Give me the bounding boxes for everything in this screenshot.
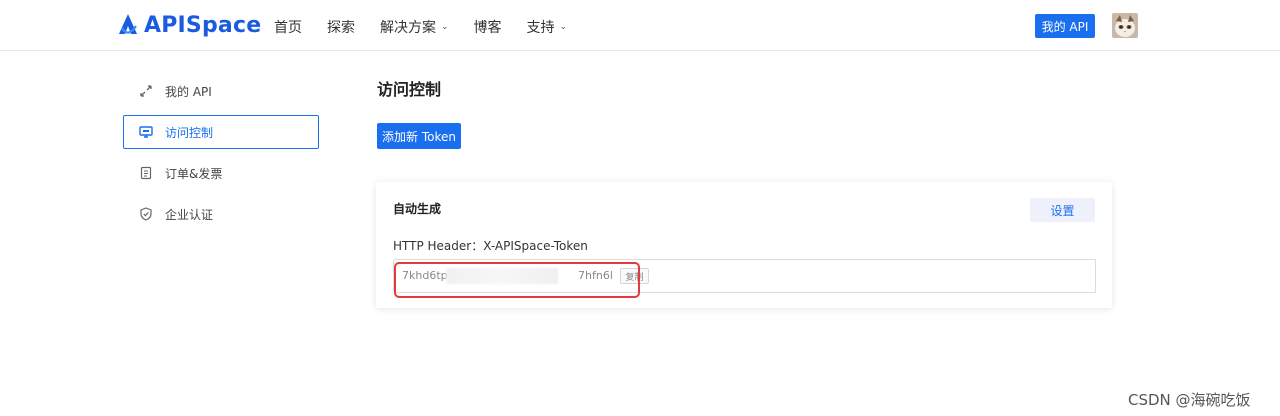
sidebar-item-label: 我的 API	[165, 84, 212, 99]
nav-label: 支持	[526, 20, 555, 36]
nav-label: 博客	[473, 20, 502, 36]
avatar[interactable]	[1112, 13, 1138, 38]
logo-text: APISpace	[144, 12, 262, 38]
logo[interactable]: APISpace	[116, 12, 261, 38]
top-header: APISpace 首页 探索 解决方案 ⌄ 博客 支持 ⌄ 我的 API	[0, 0, 1280, 51]
nav-label: 探索	[327, 20, 355, 36]
arrows-icon	[139, 84, 153, 98]
sidebar-item-label: 访问控制	[165, 125, 214, 140]
nav-home[interactable]: 首页	[274, 17, 302, 37]
chevron-down-icon: ⌄	[441, 22, 449, 32]
add-token-button[interactable]: 添加新 Token	[377, 123, 461, 149]
nav-blog[interactable]: 博客	[474, 17, 502, 37]
settings-button[interactable]: 设置	[1030, 198, 1095, 222]
sidebar-item-label: 企业认证	[165, 207, 214, 222]
http-header-label: HTTP Header：X-APISpace-Token	[393, 239, 588, 253]
shield-icon	[139, 207, 153, 221]
card-title: 自动生成	[393, 202, 442, 216]
sidebar-item-my-api[interactable]: 我的 API	[123, 74, 319, 108]
sidebar-item-enterprise-verification[interactable]: 企业认证	[123, 197, 319, 231]
nav-solutions[interactable]: 解决方案 ⌄	[380, 17, 449, 37]
sidebar: 我的 API 访问控制 订单&发票 企业认证	[123, 74, 319, 238]
chevron-down-icon: ⌄	[559, 22, 568, 32]
watermark: CSDN @海碗吃饭	[1128, 391, 1251, 409]
my-api-button[interactable]: 我的 API	[1035, 14, 1095, 38]
sidebar-item-label: 订单&发票	[165, 166, 223, 181]
apispace-logo-icon	[119, 14, 137, 34]
main-nav: 首页 探索 解决方案 ⌄ 博客 支持 ⌄	[274, 17, 592, 37]
nav-support[interactable]: 支持 ⌄	[527, 17, 568, 37]
nav-label: 首页	[274, 20, 302, 36]
nav-label: 解决方案	[380, 20, 436, 36]
sidebar-item-orders-invoices[interactable]: 订单&发票	[123, 156, 319, 190]
clipboard-icon	[139, 166, 153, 180]
nav-explore[interactable]: 探索	[327, 17, 355, 37]
annotation-highlight-box	[394, 262, 640, 298]
sidebar-item-access-control[interactable]: 访问控制	[123, 115, 319, 149]
page-title: 访问控制	[377, 80, 442, 99]
cat-avatar-icon	[1112, 13, 1138, 38]
monitor-icon	[139, 125, 153, 139]
